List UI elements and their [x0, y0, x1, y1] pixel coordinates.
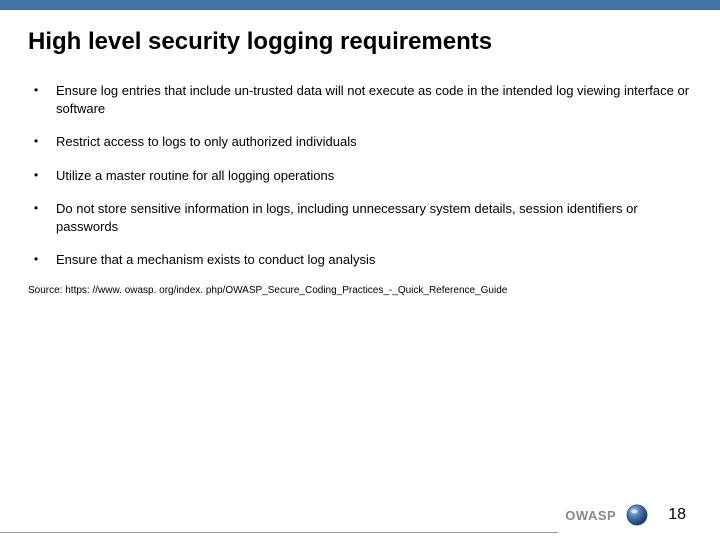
- slide-title: High level security logging requirements: [28, 28, 692, 56]
- owasp-logo-icon: [626, 504, 648, 526]
- bullet-item: Ensure that a mechanism exists to conduc…: [28, 251, 692, 269]
- slide-footer: OWASP 18: [565, 504, 686, 526]
- bullet-item: Utilize a master routine for all logging…: [28, 167, 692, 185]
- brand-label: OWASP: [565, 508, 616, 523]
- top-color-band: [0, 0, 720, 10]
- bullet-list: Ensure log entries that include un-trust…: [28, 82, 692, 269]
- bullet-item: Do not store sensitive information in lo…: [28, 200, 692, 235]
- source-citation: Source: https: //www. owasp. org/index. …: [28, 285, 692, 296]
- bullet-item: Ensure log entries that include un-trust…: [28, 82, 692, 117]
- page-number: 18: [668, 506, 686, 524]
- bullet-item: Restrict access to logs to only authoriz…: [28, 133, 692, 151]
- slide-content: High level security logging requirements…: [28, 28, 692, 296]
- bottom-divider: [0, 532, 558, 533]
